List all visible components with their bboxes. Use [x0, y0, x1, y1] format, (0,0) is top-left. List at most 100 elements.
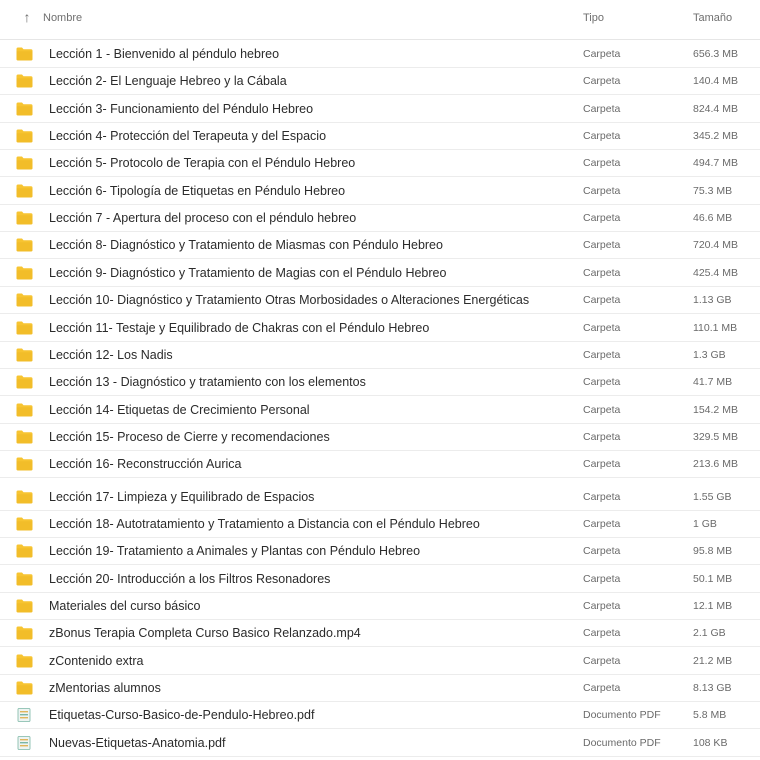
item-name[interactable]: Lección 10- Diagnóstico y Tratamiento Ot…	[49, 293, 529, 308]
item-type: Carpeta	[583, 184, 621, 197]
item-type: Carpeta	[583, 403, 621, 416]
item-size: 1.3 GB	[693, 348, 726, 361]
item-size: 345.2 MB	[693, 130, 738, 143]
folder-row[interactable]: Lección 1 - Bienvenido al péndulo hebreo…	[0, 41, 760, 68]
item-size: 41.7 MB	[693, 376, 733, 389]
folder-row[interactable]: Lección 16- Reconstrucción Aurica Carpeta…	[0, 451, 760, 479]
folder-icon	[16, 599, 33, 613]
folder-icon	[16, 626, 33, 640]
item-name[interactable]: Lección 1 - Bienvenido al péndulo hebreo	[49, 47, 279, 62]
folder-row[interactable]: zMentorias alumnos Carpeta 8.13 GB	[0, 675, 760, 703]
item-name[interactable]: Lección 4- Protección del Terapeuta y de…	[49, 129, 326, 144]
item-size: 2.1 GB	[693, 627, 726, 640]
folder-icon	[16, 293, 33, 307]
item-type: Carpeta	[583, 48, 621, 60]
item-name[interactable]: zBonus Terapia Completa Curso Basico Rel…	[49, 626, 361, 641]
folder-icon	[16, 430, 33, 444]
item-size: 8.13 GB	[693, 682, 732, 695]
folder-row[interactable]: Materiales del curso básico Carpeta 12.1 M…	[0, 593, 760, 620]
item-type: Carpeta	[583, 376, 621, 389]
item-name[interactable]: Lección 15- Proceso de Cierre y recomend…	[49, 430, 330, 445]
file-row[interactable]: Nuevas-Etiquetas-Anatomia.pdf Documento P…	[0, 730, 760, 757]
folder-row[interactable]: Lección 13 - Diagnóstico y tratamiento c…	[0, 369, 760, 397]
arrow-up-icon[interactable]: ↑	[20, 9, 34, 25]
folder-icon	[16, 348, 33, 362]
folder-row[interactable]: zContenido extra Carpeta 21.2 MB	[0, 648, 760, 675]
item-type: Carpeta	[583, 654, 621, 667]
item-type: Carpeta	[583, 348, 621, 361]
item-size: 720.4 MB	[693, 239, 738, 252]
item-name[interactable]: Lección 3- Funcionamiento del Péndulo He…	[49, 102, 313, 117]
item-size: 75.3 MB	[693, 184, 733, 197]
folder-row[interactable]: Lección 10- Diagnóstico y Tratamiento Ot…	[0, 287, 760, 315]
item-name[interactable]: Lección 9- Diagnóstico y Tratamiento de …	[49, 266, 446, 281]
item-type: Carpeta	[583, 458, 621, 471]
item-name[interactable]: Lección 11- Testaje y Equilibrado de Cha…	[49, 321, 429, 336]
item-size: 50.1 MB	[693, 572, 733, 585]
item-size: 425.4 MB	[693, 266, 738, 279]
item-name[interactable]: Lección 17- Limpieza y Equilibrado de Es…	[49, 490, 314, 505]
item-type: Documento PDF	[583, 736, 661, 749]
file-list-header: ↑ Nombre Tipo Tamaño	[0, 0, 760, 40]
item-type: Documento PDF	[583, 709, 661, 722]
item-name[interactable]: Lección 14- Etiquetas de Crecimiento Per…	[49, 403, 310, 418]
folder-icon	[16, 375, 33, 389]
item-name[interactable]: zContenido extra	[49, 654, 144, 669]
item-type: Carpeta	[583, 266, 621, 279]
folder-row[interactable]: Lección 12- Los Nadis Carpeta 1.3 GB	[0, 342, 760, 369]
folder-row[interactable]: Lección 17- Limpieza y Equilibrado de Es…	[0, 484, 760, 511]
item-name[interactable]: Etiquetas-Curso-Basico-de-Pendulo-Hebreo…	[49, 708, 314, 723]
item-size: 154.2 MB	[693, 403, 738, 416]
folder-icon	[16, 211, 33, 225]
item-name[interactable]: Lección 19- Tratamiento a Animales y Pla…	[49, 544, 420, 559]
folder-row[interactable]: zBonus Terapia Completa Curso Basico Rel…	[0, 620, 760, 648]
folder-row[interactable]: Lección 7 - Apertura del proceso con el …	[0, 205, 760, 233]
item-name[interactable]: Lección 18- Autotratamiento y Tratamient…	[49, 517, 480, 532]
item-name[interactable]: Lección 12- Los Nadis	[49, 348, 173, 363]
item-name[interactable]: Nuevas-Etiquetas-Anatomia.pdf	[49, 736, 225, 751]
item-name[interactable]: Lección 6- Tipología de Etiquetas en Pén…	[49, 184, 345, 199]
folder-row[interactable]: Lección 11- Testaje y Equilibrado de Cha…	[0, 315, 760, 342]
folder-row[interactable]: Lección 2- El Lenguaje Hebreo y la Cábal…	[0, 68, 760, 96]
item-type: Carpeta	[583, 490, 621, 503]
folder-icon	[16, 681, 33, 695]
item-name[interactable]: Lección 2- El Lenguaje Hebreo y la Cábal…	[49, 74, 287, 89]
column-header-size[interactable]: Tamaño	[693, 11, 732, 25]
folder-row[interactable]: Lección 9- Diagnóstico y Tratamiento de …	[0, 260, 760, 287]
folder-row[interactable]: Lección 15- Proceso de Cierre y recomend…	[0, 424, 760, 451]
folder-icon	[16, 129, 33, 143]
folder-row[interactable]: Lección 18- Autotratamiento y Tratamient…	[0, 511, 760, 538]
item-name[interactable]: Lección 7 - Apertura del proceso con el …	[49, 211, 356, 226]
item-name[interactable]: Lección 5- Protocolo de Terapia con el P…	[49, 156, 355, 171]
folder-row[interactable]: Lección 6- Tipología de Etiquetas en Pén…	[0, 178, 760, 205]
folder-row[interactable]: Lección 20- Introducción a los Filtros R…	[0, 566, 760, 593]
folder-icon	[16, 74, 33, 88]
column-header-type[interactable]: Tipo	[583, 11, 604, 25]
folder-row[interactable]: Lección 14- Etiquetas de Crecimiento Per…	[0, 397, 760, 424]
folder-icon	[16, 47, 33, 61]
item-name[interactable]: zMentorias alumnos	[49, 681, 161, 696]
item-name[interactable]: Lección 13 - Diagnóstico y tratamiento c…	[49, 375, 366, 390]
item-size: 5.8 MB	[693, 709, 727, 722]
folder-icon	[16, 457, 33, 471]
item-size: 656.3 MB	[693, 48, 738, 60]
pdf-document-icon	[16, 735, 33, 750]
item-size: 108 KB	[693, 736, 728, 749]
item-name[interactable]: Lección 20- Introducción a los Filtros R…	[49, 572, 330, 587]
item-size: 140.4 MB	[693, 75, 738, 88]
folder-row[interactable]: Lección 8- Diagnóstico y Tratamiento de …	[0, 232, 760, 260]
folder-row[interactable]: Lección 19- Tratamiento a Animales y Pla…	[0, 538, 760, 566]
item-size: 1.55 GB	[693, 490, 732, 503]
item-name[interactable]: Materiales del curso básico	[49, 599, 200, 614]
item-type: Carpeta	[583, 102, 621, 115]
column-header-name[interactable]: Nombre	[43, 11, 82, 25]
folder-row[interactable]: Lección 4- Protección del Terapeuta y de…	[0, 123, 760, 151]
item-name[interactable]: Lección 8- Diagnóstico y Tratamiento de …	[49, 238, 443, 253]
item-type: Carpeta	[583, 157, 621, 170]
folder-row[interactable]: Lección 5- Protocolo de Terapia con el P…	[0, 150, 760, 178]
item-name[interactable]: Lección 16- Reconstrucción Aurica	[49, 457, 241, 472]
item-size: 329.5 MB	[693, 430, 738, 443]
item-size: 213.6 MB	[693, 458, 738, 471]
folder-row[interactable]: Lección 3- Funcionamiento del Péndulo He…	[0, 96, 760, 123]
file-row[interactable]: Etiquetas-Curso-Basico-de-Pendulo-Hebreo…	[0, 702, 760, 730]
